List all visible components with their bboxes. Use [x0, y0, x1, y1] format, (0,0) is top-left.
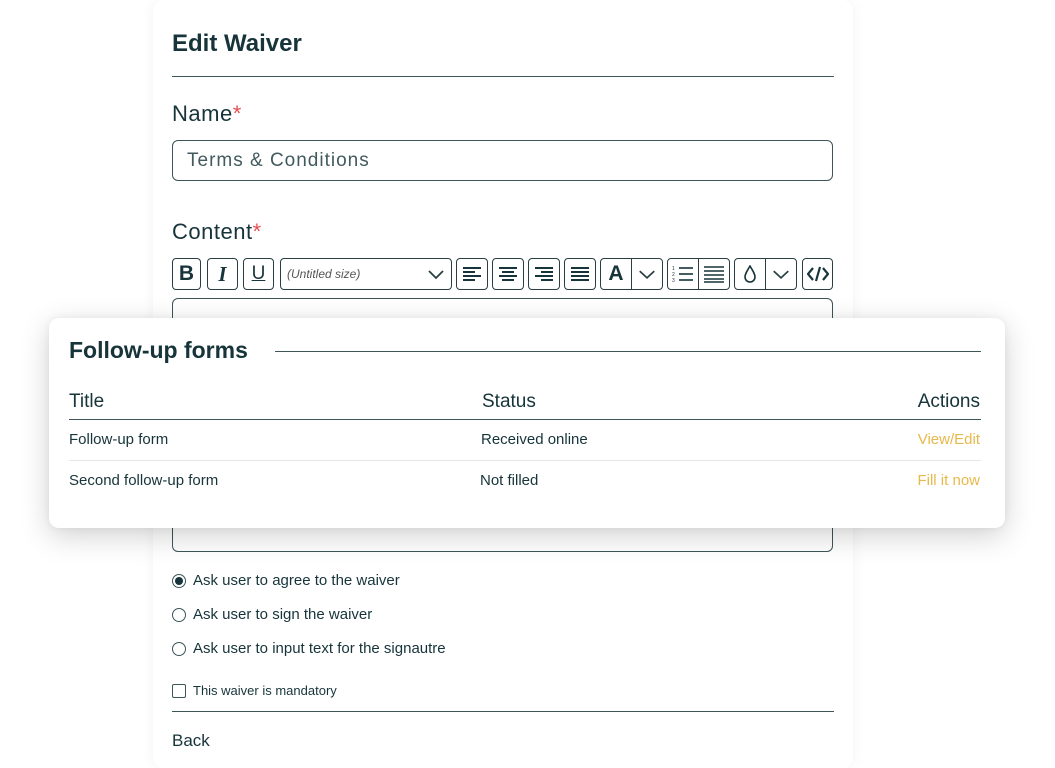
view-edit-link[interactable]: View/Edit: [918, 431, 980, 448]
radio-button[interactable]: [172, 573, 186, 588]
option-label: Ask user to sign the waiver: [193, 606, 373, 623]
svg-text:3: 3: [672, 278, 675, 283]
row-title: Follow-up form: [69, 431, 169, 448]
column-header-actions: Actions: [917, 391, 980, 412]
unordered-list-button[interactable]: [699, 259, 729, 289]
align-right-icon: [535, 267, 553, 281]
content-label: Content*: [172, 219, 262, 244]
option-label: Ask user to input text for the signautre: [193, 640, 446, 657]
back-button[interactable]: Back: [172, 731, 210, 751]
underline-button[interactable]: U: [243, 258, 274, 290]
row-status: Received online: [481, 431, 588, 448]
required-mark: *: [232, 101, 242, 126]
option-input-text[interactable]: Ask user to input text for the signautre: [172, 640, 446, 657]
font-size-select[interactable]: (Untitled size): [280, 258, 452, 290]
italic-button[interactable]: I: [207, 258, 238, 290]
bold-button[interactable]: B: [172, 258, 201, 290]
followup-title-divider: [275, 351, 981, 352]
row-status: Not filled: [480, 472, 539, 489]
mandatory-label: This waiver is mandatory: [193, 683, 337, 698]
fill-it-now-link[interactable]: Fill it now: [917, 472, 980, 489]
mandatory-toggle[interactable]: This waiver is mandatory: [172, 683, 337, 698]
column-header-title: Title: [69, 391, 105, 412]
radio-button[interactable]: [172, 641, 186, 656]
highlight-color-picker[interactable]: [734, 258, 797, 290]
highlight-color-button[interactable]: [735, 259, 766, 289]
column-header-status: Status: [482, 391, 536, 412]
ordered-list-icon: 123: [672, 266, 693, 283]
row-divider: [69, 460, 981, 461]
droplet-icon: [744, 265, 756, 283]
chevron-down-icon: [773, 270, 789, 280]
option-sign[interactable]: Ask user to sign the waiver: [172, 606, 372, 623]
align-left-icon: [463, 267, 481, 281]
followup-title: Follow-up forms: [69, 337, 248, 363]
align-center-icon: [499, 267, 517, 281]
source-code-button[interactable]: [802, 258, 833, 290]
name-input[interactable]: Terms & Conditions: [172, 140, 833, 181]
font-color-picker[interactable]: A: [600, 258, 663, 290]
footer-divider: [172, 711, 834, 712]
align-center-button[interactable]: [492, 258, 524, 290]
option-agree[interactable]: Ask user to agree to the waiver: [172, 572, 400, 589]
align-left-button[interactable]: [456, 258, 488, 290]
list-buttons[interactable]: 123: [667, 258, 730, 290]
row-title: Second follow-up form: [69, 472, 219, 489]
chevron-down-icon: [428, 270, 444, 280]
font-size-value: (Untitled size): [287, 267, 361, 281]
italic-icon: I: [218, 261, 227, 286]
radio-button[interactable]: [172, 607, 186, 622]
underline-icon: U: [251, 263, 266, 284]
name-label: Name*: [172, 101, 242, 126]
title-divider: [172, 76, 834, 77]
align-right-button[interactable]: [528, 258, 560, 290]
chevron-down-icon: [639, 270, 655, 280]
followup-forms-panel: Follow-up forms Title Status Actions Fol…: [49, 318, 1005, 528]
mandatory-checkbox[interactable]: [172, 683, 186, 698]
page-title: Edit Waiver: [172, 30, 302, 57]
unordered-list-icon: [704, 266, 724, 283]
table-header-divider: [69, 419, 981, 420]
option-label: Ask user to agree to the waiver: [193, 572, 400, 589]
ordered-list-button[interactable]: 123: [668, 259, 699, 289]
bold-icon: B: [178, 262, 195, 285]
align-justify-icon: [571, 267, 589, 281]
code-icon: [806, 266, 829, 282]
align-justify-button[interactable]: [564, 258, 596, 290]
font-color-icon: A: [601, 259, 632, 289]
required-mark: *: [252, 219, 262, 244]
